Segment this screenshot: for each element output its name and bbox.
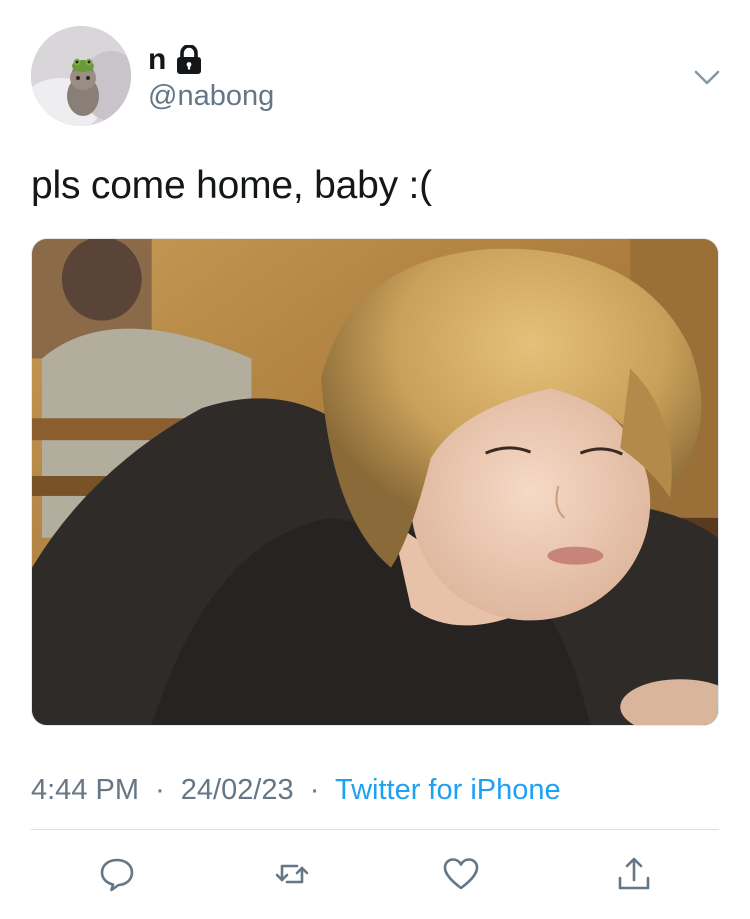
share-icon <box>618 857 650 890</box>
divider <box>31 829 719 830</box>
reply-button[interactable] <box>95 852 139 896</box>
photo-content <box>32 239 718 725</box>
meta-separator: · <box>155 774 165 806</box>
avatar-image <box>31 26 131 126</box>
chevron-down-icon[interactable] <box>690 60 724 94</box>
like-button[interactable] <box>439 852 483 896</box>
tweet-time: 4:44 PM <box>31 774 139 806</box>
avatar[interactable] <box>31 26 131 126</box>
display-name[interactable]: n <box>148 44 166 76</box>
reply-icon <box>100 858 134 892</box>
tweet-meta: 4:44 PM · 24/02/23 · Twitter for iPhone <box>31 773 561 807</box>
tweet-detail: n @nabong pls come home, baby :(4:44 PM… <box>0 0 750 919</box>
tweet-source-link[interactable]: Twitter for iPhone <box>335 774 561 806</box>
lock-icon <box>177 45 201 74</box>
meta-separator: · <box>309 774 320 806</box>
share-button[interactable] <box>612 852 656 896</box>
tweet-text: pls come home, baby :( <box>31 164 432 207</box>
retweet-button[interactable] <box>270 852 314 896</box>
tweet-date: 24/02/23 <box>180 774 294 806</box>
username-handle[interactable]: @nabong <box>148 80 274 112</box>
heart-icon <box>443 858 479 890</box>
tweet-photo[interactable] <box>31 238 719 726</box>
retweet-icon <box>275 864 309 884</box>
